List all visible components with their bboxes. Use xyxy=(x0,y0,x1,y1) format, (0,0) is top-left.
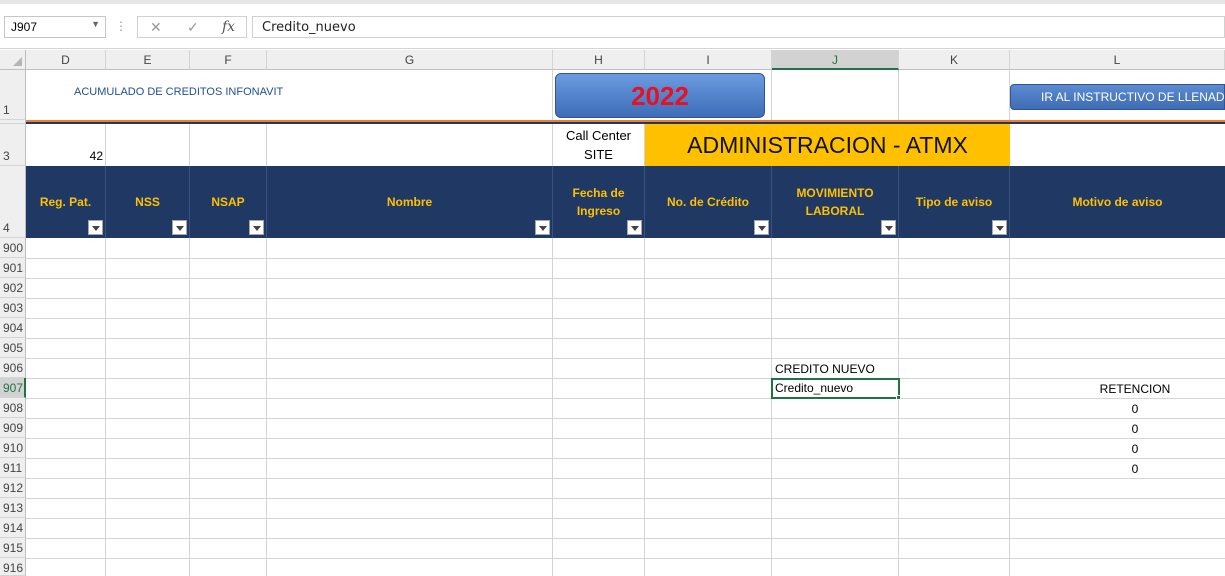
row-header-904[interactable]: 904 xyxy=(0,318,26,338)
call-center-label: Call Center xyxy=(565,128,632,143)
year-button[interactable]: 2022 xyxy=(555,73,765,118)
chevron-down-icon[interactable]: ▼ xyxy=(91,19,100,29)
gridline xyxy=(26,558,1225,559)
row-header-914[interactable]: 914 xyxy=(0,518,26,538)
row-header-912[interactable]: 912 xyxy=(0,478,26,498)
function-icon[interactable]: fx xyxy=(222,19,235,35)
filter-dropdown-icon[interactable] xyxy=(535,220,550,235)
sheet-title: ACUMULADO DE CREDITOS INFONAVIT xyxy=(74,86,284,98)
formula-buttons: ✕ ✓ fx xyxy=(137,16,247,38)
row-header-905[interactable]: 905 xyxy=(0,338,26,358)
gridline xyxy=(189,70,190,576)
cell-l911[interactable]: 0 xyxy=(1010,459,1225,479)
column-header-l[interactable]: L xyxy=(1010,50,1225,70)
header-no-credito: No. de Crédito xyxy=(645,166,772,238)
gridline xyxy=(552,70,553,120)
row-header-908[interactable]: 908 xyxy=(0,398,26,418)
row-header-903[interactable]: 903 xyxy=(0,298,26,318)
column-header-e[interactable]: E xyxy=(106,50,190,70)
row-header-913[interactable]: 913 xyxy=(0,498,26,518)
row-header-906[interactable]: 906 xyxy=(0,358,26,378)
name-box[interactable]: J907 ▼ xyxy=(4,16,106,38)
gridline xyxy=(26,318,1225,319)
cell-l910[interactable]: 0 xyxy=(1010,439,1225,459)
gridline xyxy=(26,298,1225,299)
gridline xyxy=(26,338,1225,339)
column-header-k[interactable]: K xyxy=(899,50,1010,70)
site-label: SITE xyxy=(584,147,613,162)
gridline xyxy=(898,70,899,120)
gridline xyxy=(26,518,1225,519)
formula-input[interactable]: Credito_nuevo xyxy=(252,16,1225,38)
column-header-i[interactable]: I xyxy=(645,50,772,70)
count-value[interactable]: 42 xyxy=(26,146,103,166)
row-header-911[interactable]: 911 xyxy=(0,458,26,478)
filter-dropdown-icon[interactable] xyxy=(881,220,896,235)
row-header-900[interactable]: 900 xyxy=(0,238,26,258)
filter-dropdown-icon[interactable] xyxy=(88,220,103,235)
row-header-4[interactable]: 4 xyxy=(0,166,26,238)
cell-l907[interactable]: RETENCION xyxy=(1010,379,1225,399)
name-box-value: J907 xyxy=(11,20,38,34)
gridline xyxy=(266,70,267,576)
header-movimiento-laboral: MOVIMIENTO LABORAL xyxy=(772,166,899,238)
close-icon[interactable]: ✕ xyxy=(150,19,162,36)
header-motivo-aviso: Motivo de aviso xyxy=(1010,166,1225,238)
gridline xyxy=(26,538,1225,539)
dark-rule xyxy=(26,122,1225,124)
filter-dropdown-icon[interactable] xyxy=(172,220,187,235)
cell-l909[interactable]: 0 xyxy=(1010,419,1225,439)
filter-dropdown-icon[interactable] xyxy=(992,220,1007,235)
cell-l908[interactable]: 0 xyxy=(1010,399,1225,419)
gridline xyxy=(26,278,1225,279)
column-header-f[interactable]: F xyxy=(190,50,267,70)
fill-handle[interactable] xyxy=(896,395,901,400)
more-icon[interactable]: ⋮ xyxy=(115,19,127,33)
select-all-corner[interactable] xyxy=(0,50,26,70)
row-header-1[interactable]: 1 xyxy=(0,70,26,120)
column-header-g[interactable]: G xyxy=(267,50,553,70)
instructions-button[interactable]: IR AL INSTRUCTIVO DE LLENADO xyxy=(1010,84,1225,110)
filter-dropdown-icon[interactable] xyxy=(249,220,264,235)
gridline xyxy=(105,70,106,576)
filter-dropdown-icon[interactable] xyxy=(627,220,642,235)
gridline xyxy=(26,258,1225,259)
row-header-902[interactable]: 902 xyxy=(0,278,26,298)
cell-j906[interactable]: CREDITO NUEVO xyxy=(775,359,875,379)
row-header-909[interactable]: 909 xyxy=(0,418,26,438)
gridline xyxy=(26,498,1225,499)
row-header-3[interactable]: 3 xyxy=(0,124,26,166)
header-nombre: Nombre xyxy=(267,166,553,238)
row-header-907[interactable]: 907 xyxy=(0,378,26,398)
filter-dropdown-icon[interactable] xyxy=(754,220,769,235)
gridline xyxy=(26,358,1225,359)
formula-bar: J907 ▼ ⋮ ✕ ✓ fx Credito_nuevo xyxy=(0,4,1225,49)
row-header-915[interactable]: 915 xyxy=(0,538,26,558)
row-header-916[interactable]: 916 xyxy=(0,558,26,576)
row-header-901[interactable]: 901 xyxy=(0,258,26,278)
selected-cell-j907[interactable]: Credito_nuevo xyxy=(771,378,900,399)
row-header-910[interactable]: 910 xyxy=(0,438,26,458)
gridline xyxy=(771,70,772,120)
admin-banner: ADMINISTRACION - ATMX xyxy=(645,124,1010,166)
call-center-cell[interactable]: Call Center SITE xyxy=(553,126,644,166)
column-header-d[interactable]: D xyxy=(26,50,106,70)
column-header-h[interactable]: H xyxy=(553,50,645,70)
check-icon[interactable]: ✓ xyxy=(187,19,199,36)
column-header-j[interactable]: J xyxy=(772,50,899,70)
